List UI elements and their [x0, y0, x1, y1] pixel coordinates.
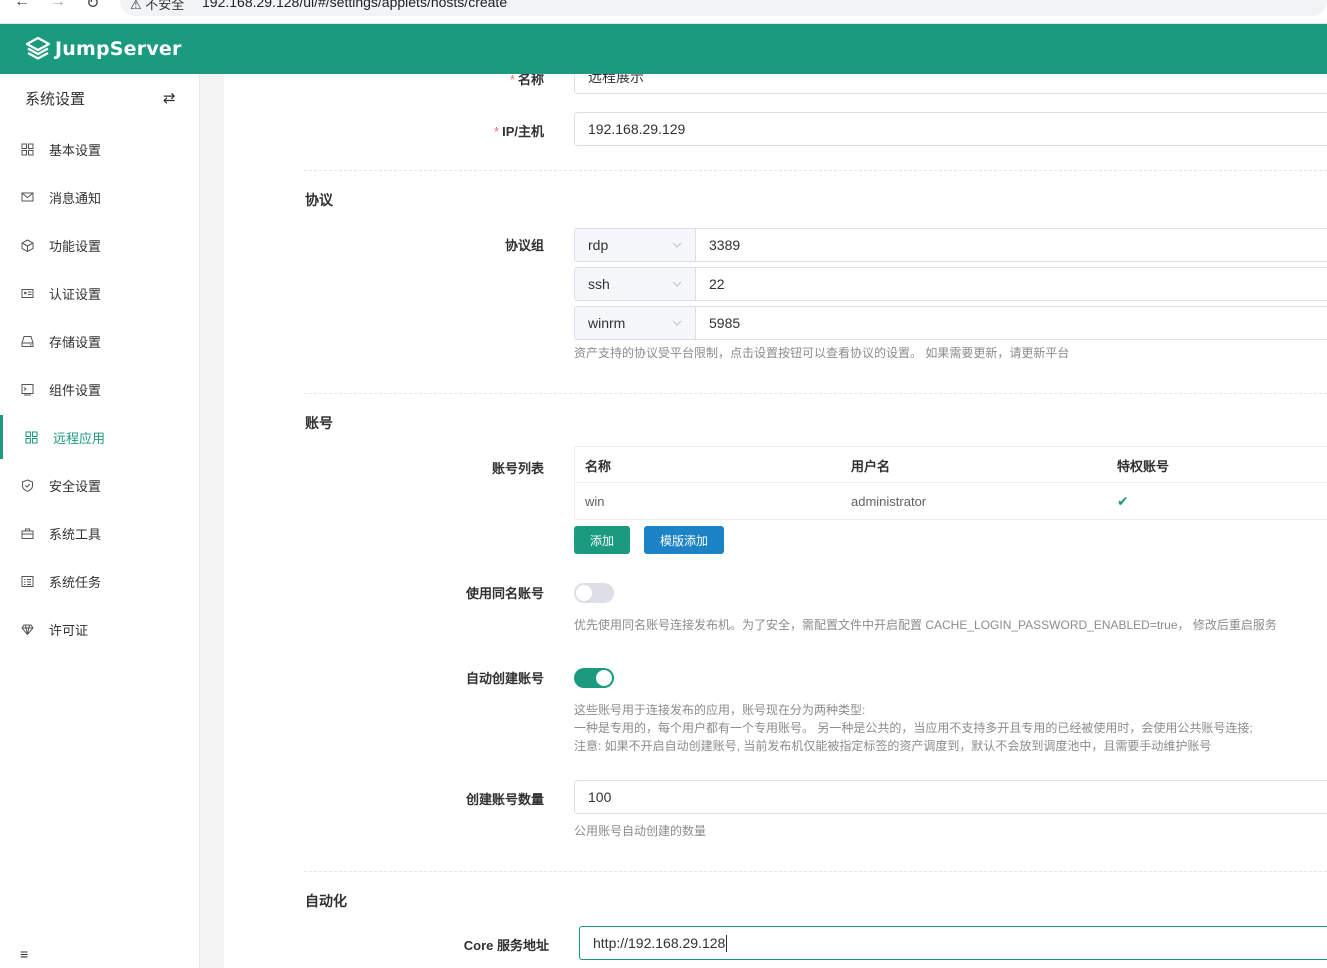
forward-icon[interactable]: → [50, 0, 66, 11]
sidebar-item-security[interactable]: 安全设置 [0, 463, 200, 507]
sidebar-item-auth[interactable]: 认证设置 [0, 271, 200, 315]
sidebar-item-components[interactable]: 组件设置 [0, 367, 200, 411]
storage-icon [20, 334, 34, 348]
section-divider [304, 871, 1327, 872]
column-header-name: 名称 [585, 458, 612, 474]
port-input[interactable]: 3389 [696, 228, 1327, 262]
apps-icon [24, 430, 38, 444]
sidebar-item-label: 消息通知 [49, 190, 102, 206]
account-section-title: 账号 [305, 415, 333, 431]
column-header-privileged: 特权账号 [1117, 458, 1170, 474]
core-address-value: http://192.168.29.128 [593, 935, 726, 951]
port-input[interactable]: 22 [696, 267, 1327, 301]
chevron-down-icon [672, 242, 682, 248]
jumpserver-logo-icon [25, 36, 51, 60]
sidebar-title: 系统设置 [25, 91, 86, 108]
same-name-hint: 优先使用同名账号连接发布机。为了安全，需配置文件中开启配置 CACHE_LOGI… [574, 618, 1277, 632]
account-list-label: 账号列表 [491, 461, 544, 476]
sidebar: 系统设置 ⇄ 基本设置 消息通知 功能设置 认证设置 存储设置 组件设置 远程应… [0, 74, 200, 968]
section-divider [304, 393, 1327, 394]
protocol-group-label: 协议组 [504, 238, 544, 253]
security-indicator[interactable]: ⚠ 不安全 [130, 0, 184, 13]
auto-create-hint-line: 一种是专用的，每个用户都有一个专用账号。 另一种是公共的，当应用不支持多开且专用… [574, 721, 1253, 735]
sidebar-item-label: 功能设置 [49, 238, 102, 254]
logo-text: JumpServer [55, 38, 182, 60]
port-input[interactable]: 5985 [696, 306, 1327, 340]
browser-toolbar: ← → ↻ ⚠ 不安全 192.168.29.128/ui/#/settings… [0, 0, 1327, 24]
account-table: 名称 用户名 特权账号 win administrator ✔ [574, 446, 1327, 520]
section-divider [304, 170, 1327, 171]
auto-create-hint-line: 注意: 如果不开启自动创建账号, 当前发布机仅能被指定标签的资产调度到，默认不会… [574, 739, 1212, 753]
column-header-username: 用户名 [851, 458, 891, 474]
cube-icon [20, 238, 34, 252]
name-input[interactable]: 远程展示 [574, 74, 1327, 94]
check-icon: ✔ [1117, 492, 1129, 509]
account-name-cell: win [585, 493, 605, 509]
top-header: JumpServer [0, 24, 1327, 74]
sidebar-item-label: 系统工具 [49, 526, 102, 542]
message-icon [20, 190, 34, 204]
protocol-hint: 资产支持的协议受平台限制，点击设置按钮可以查看协议的设置。 如果需要更新，请更新… [574, 346, 1070, 360]
core-address-input[interactable]: http://192.168.29.128 [579, 926, 1327, 960]
automation-section-title: 自动化 [305, 893, 347, 909]
host-label: * IP/主机 [494, 124, 544, 139]
auto-create-toggle[interactable] [574, 668, 614, 688]
table-row: win administrator ✔ [575, 483, 1327, 519]
sidebar-item-remote-apps[interactable]: 远程应用 [0, 415, 200, 459]
protocol-section-title: 协议 [305, 192, 333, 208]
sidebar-item-storage[interactable]: 存储设置 [0, 319, 200, 363]
sidebar-item-label: 基本设置 [49, 142, 102, 158]
switch-view-icon[interactable]: ⇄ [163, 89, 176, 107]
core-address-label: Core 服务地址 [463, 938, 549, 953]
id-card-icon [20, 286, 34, 300]
chevron-down-icon [672, 320, 682, 326]
sidebar-item-label: 许可证 [49, 622, 89, 638]
sidebar-item-tools[interactable]: 系统工具 [0, 511, 200, 555]
text-cursor [726, 934, 728, 952]
sidebar-item-tasks[interactable]: 系统任务 [0, 559, 200, 603]
main-form: * 名称 远程展示 * IP/主机 192.168.29.129 协议 协议组 rd… [224, 74, 1327, 968]
account-count-input[interactable]: 100 [574, 780, 1327, 814]
host-input[interactable]: 192.168.29.129 [574, 112, 1327, 146]
account-username-cell: administrator [851, 493, 927, 509]
back-icon[interactable]: ← [14, 0, 30, 11]
task-icon [20, 574, 34, 588]
grid-icon [20, 142, 34, 156]
sidebar-item-label: 组件设置 [49, 382, 102, 398]
protocol-select[interactable]: winrm [574, 306, 696, 340]
sidebar-item-label: 认证设置 [49, 286, 102, 302]
sidebar-item-label: 安全设置 [49, 478, 102, 494]
toolbox-icon [20, 526, 34, 540]
chevron-down-icon [672, 281, 682, 287]
sidebar-item-license[interactable]: 许可证 [0, 607, 200, 651]
same-name-label: 使用同名账号 [465, 586, 544, 601]
sidebar-item-label: 远程应用 [53, 430, 106, 446]
auto-create-label: 自动创建账号 [465, 671, 544, 686]
shield-icon [20, 478, 34, 492]
template-add-button[interactable]: 模版添加 [644, 526, 724, 554]
reload-icon[interactable]: ↻ [86, 0, 99, 13]
diamond-icon [20, 622, 34, 636]
sidebar-item-notification[interactable]: 消息通知 [0, 175, 200, 219]
sidebar-item-basic[interactable]: 基本设置 [0, 127, 200, 171]
table-header-row: 名称 用户名 特权账号 [575, 447, 1327, 483]
auto-create-hint-line: 这些账号用于连接发布的应用，账号现在分为两种类型: [574, 703, 866, 717]
account-count-hint: 公用账号自动创建的数量 [574, 824, 707, 838]
logo[interactable]: JumpServer [25, 36, 182, 62]
sidebar-item-label: 存储设置 [49, 334, 102, 350]
sidebar-item-label: 系统任务 [49, 574, 102, 590]
sidebar-item-features[interactable]: 功能设置 [0, 223, 200, 267]
account-count-label: 创建账号数量 [465, 792, 544, 807]
name-label: * 名称 [509, 74, 544, 87]
terminal-icon [20, 382, 34, 396]
protocol-select[interactable]: rdp [574, 228, 696, 262]
same-name-toggle[interactable] [574, 583, 614, 603]
protocol-select[interactable]: ssh [574, 267, 696, 301]
add-account-button[interactable]: 添加 [574, 526, 630, 554]
address-url[interactable]: 192.168.29.128/ui/#/settings/applets/hos… [202, 0, 507, 10]
menu-collapse-icon[interactable]: ≡ [20, 946, 28, 962]
